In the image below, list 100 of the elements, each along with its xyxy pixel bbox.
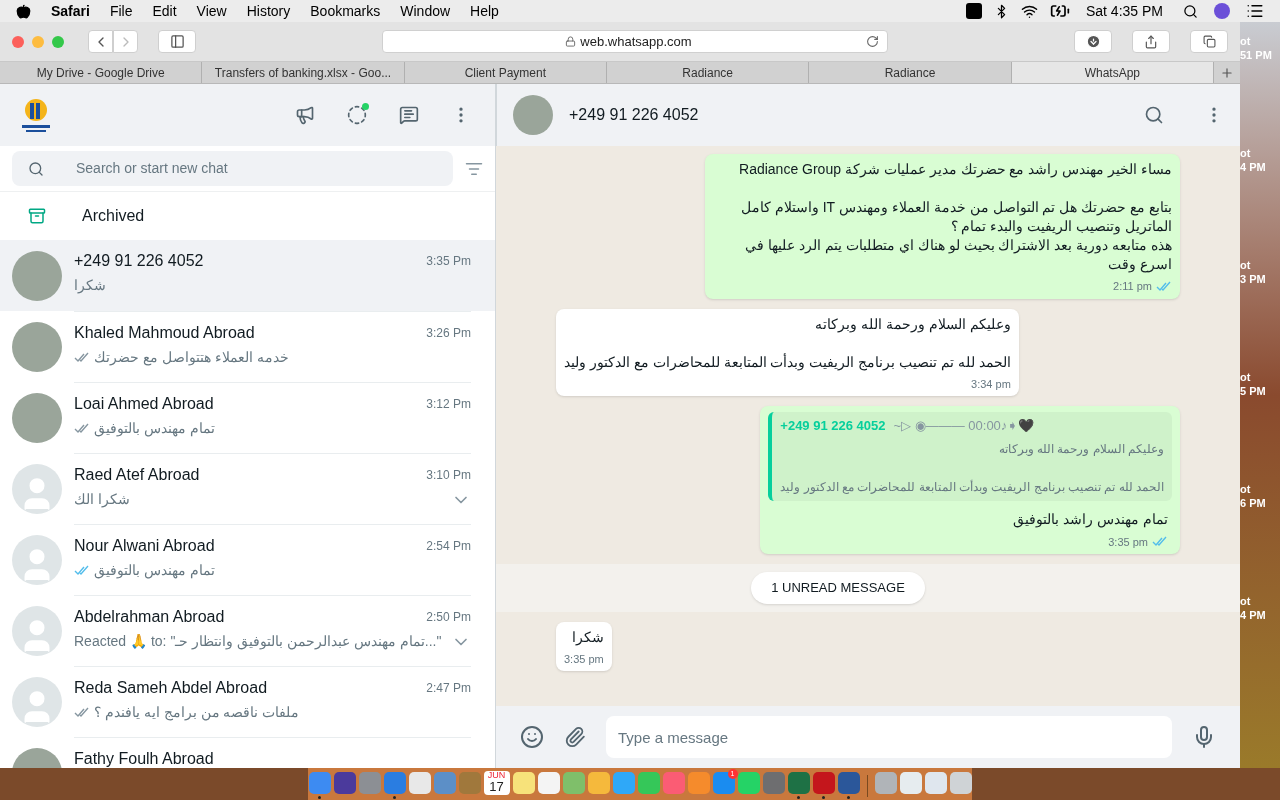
message-time: 3:35 pm xyxy=(1108,534,1148,550)
back-button[interactable] xyxy=(88,30,113,53)
megaphone-icon[interactable] xyxy=(295,105,315,125)
message-text: وعليكم السلام ورحمة الله وبركاته الحمد لله تم تنصيب برنامج الريفيت وبدأت المتابعة للمحاضرات مع الدكتور وليد xyxy=(564,314,1011,372)
attach-icon[interactable] xyxy=(564,726,586,748)
archived-label: Archived xyxy=(82,206,145,226)
chat-time: 3:12 Pm xyxy=(426,396,471,413)
desktop-file-label[interactable]: ot xyxy=(1240,594,1280,608)
chat-name: Reda Sameh Abdel Abroad xyxy=(74,678,268,698)
app-icon[interactable] xyxy=(762,772,785,794)
message-text: تمام مهندس راشد بالتوفيق xyxy=(1012,509,1168,530)
app-icon[interactable] xyxy=(408,772,431,794)
app-icon[interactable] xyxy=(637,772,660,794)
browser-tab[interactable]: WhatsApp xyxy=(1011,62,1214,83)
app-icon[interactable] xyxy=(874,772,897,794)
search-field[interactable]: Search or start new chat xyxy=(12,151,453,186)
message-time: 2:11 pm xyxy=(1113,279,1152,294)
sidebar-button[interactable] xyxy=(158,30,196,53)
desktop-file-label[interactable]: ot xyxy=(1240,482,1280,496)
share-button[interactable] xyxy=(1132,30,1170,53)
status-icon[interactable] xyxy=(347,105,367,125)
search-input[interactable]: Search or start new chat xyxy=(76,158,437,179)
close-button[interactable] xyxy=(12,35,24,48)
app-icon[interactable] xyxy=(537,772,560,794)
app-icon[interactable] xyxy=(333,772,356,794)
quote-text: وعليكم السلام ورحمة الله وبركاته الحمد لله تم تنصيب برنامج الريفيت وبدأت المتابعة للمحاضرات مع الدكتور وليد xyxy=(780,440,1164,496)
calendar-icon[interactable]: JUN 17 xyxy=(483,771,510,795)
app-icon[interactable] xyxy=(787,772,810,794)
app-icon[interactable] xyxy=(562,772,585,794)
menu-item[interactable]: Help xyxy=(470,0,499,22)
chat-name: Fathy Foulh Abroad xyxy=(74,749,214,768)
keyboard-input-icon[interactable] xyxy=(965,3,982,19)
calendar-month: JUN xyxy=(487,771,506,780)
zoom-button[interactable] xyxy=(52,35,64,48)
chat-time: 3:35 Pm xyxy=(426,253,471,270)
message-text: شكرا xyxy=(570,627,604,647)
chat-name: Abdelrahman Abroad xyxy=(74,607,225,627)
download-icon xyxy=(1085,34,1101,49)
apple-icon[interactable] xyxy=(16,3,31,19)
message-input[interactable]: Type a message xyxy=(606,716,1172,758)
menu-clock[interactable]: Sat 4:35 PM xyxy=(1085,0,1163,22)
calendar-day: 17 xyxy=(489,780,504,793)
chat-name: Nour Alwani Abroad xyxy=(74,536,215,556)
app-icon[interactable] xyxy=(924,772,947,794)
chat-time: 2:54 Pm xyxy=(426,538,471,555)
emoji-icon[interactable] xyxy=(520,725,544,749)
message-text: مساء الخير مهندس راشد مع حضرتك مدير عمليات شركة Radiance Group بتابع مع حضرتك هل تم التواصل من خدمة العملاء ومهندس IT واستلام كامل الماتريل وتنصيب الريفيت والبدء تمام ؟ هذه متابعه دورية بعد الاشتراك بحيث لو هناك اي متطلبات يتم الرد عليها في اسرع وقت xyxy=(738,160,1172,274)
chat-name: Loai Ahmed Abroad xyxy=(74,394,214,414)
sidebar-icon xyxy=(169,34,185,49)
chat-preview: تمام مهندس بالتوفيق xyxy=(94,561,215,581)
app-icon[interactable] xyxy=(949,772,972,794)
menu-item[interactable]: Bookmarks xyxy=(310,0,381,22)
forward-button[interactable] xyxy=(113,30,138,53)
chat-name: Raed Atef Abroad xyxy=(74,465,200,485)
new-chat-icon[interactable] xyxy=(399,105,419,125)
app-icon[interactable] xyxy=(737,772,760,794)
plus-icon xyxy=(1219,65,1234,80)
desktop-file-label[interactable]: 3 PM xyxy=(1240,272,1280,286)
app-icon[interactable] xyxy=(587,772,610,794)
tabs-button[interactable] xyxy=(1190,30,1228,53)
desktop-file-label[interactable]: ot xyxy=(1240,370,1280,384)
archived-row[interactable]: Archived xyxy=(0,192,495,240)
menu-item[interactable]: File xyxy=(109,0,133,22)
chat-preview: خدمه العملاء هتتواصل مع حضرتك xyxy=(94,348,289,368)
desktop-file-label[interactable]: 4 PM xyxy=(1240,608,1280,622)
list-icon[interactable] xyxy=(1246,2,1264,20)
photo-placeholder xyxy=(513,95,553,135)
menu-item[interactable]: Edit xyxy=(152,0,177,22)
chat-preview: تمام مهندس بالتوفيق xyxy=(94,419,215,439)
desktop-file-label[interactable]: 6 PM xyxy=(1240,496,1280,510)
chat-name: +249 91 226 4052 xyxy=(74,251,204,271)
search-icon xyxy=(28,160,44,177)
chat-time: 3:26 Pm xyxy=(426,325,471,342)
app-icon[interactable] xyxy=(837,772,860,794)
chat-preview: شكرا الك xyxy=(74,490,130,510)
app-icon[interactable] xyxy=(687,772,710,794)
app-icon[interactable] xyxy=(512,772,535,794)
chat-name: Khaled Mahmoud Abroad xyxy=(74,323,255,343)
quote-author: +249 91 226 4052 xyxy=(780,417,886,435)
message-time: 3:35 pm xyxy=(564,651,604,667)
address-bar[interactable]: web.whatsapp.com xyxy=(382,30,888,53)
app-icon[interactable] xyxy=(812,772,835,794)
downloads-button[interactable] xyxy=(1074,30,1112,53)
tabs-icon xyxy=(1202,35,1216,48)
reload-icon[interactable] xyxy=(866,35,879,48)
menu-item[interactable]: View xyxy=(196,0,227,22)
archive-icon xyxy=(28,207,46,225)
chat-title[interactable]: +249 91 226 4052 xyxy=(569,103,1128,127)
url-text: web.whatsapp.com xyxy=(580,32,692,51)
menu-item[interactable]: History xyxy=(246,0,291,22)
search-icon[interactable] xyxy=(1183,3,1198,19)
chat-time: 3:10 Pm xyxy=(426,467,471,484)
menu-item[interactable]: Window xyxy=(400,0,451,22)
lock-icon xyxy=(565,36,577,47)
share-icon xyxy=(1144,34,1158,49)
app-menu[interactable]: Safari xyxy=(51,0,90,22)
app-icon[interactable] xyxy=(899,772,922,794)
desktop-file-label[interactable]: ot xyxy=(1240,258,1280,272)
quote-pushname: ~▷ ◉——— 00:00♪➧🖤 xyxy=(893,417,1035,435)
desktop-file-label[interactable]: 5 PM xyxy=(1240,384,1280,398)
